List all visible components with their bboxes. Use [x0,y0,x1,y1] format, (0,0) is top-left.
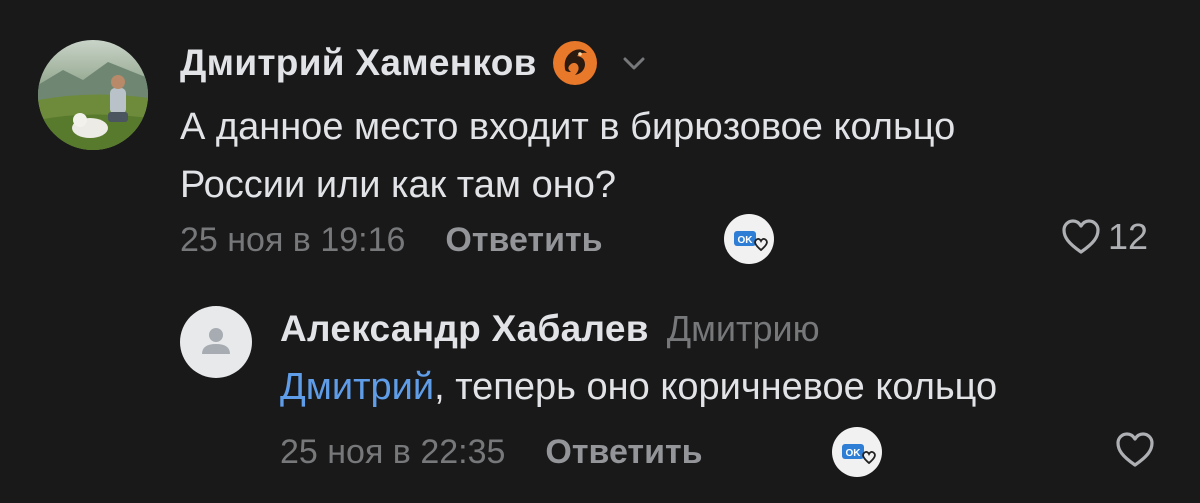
avatar-photo [38,40,148,150]
like-button[interactable] [1114,430,1156,470]
comment-date[interactable]: 25 ноя в 19:16 [180,221,405,260]
comment-text-line: России или как там оно? [180,164,616,206]
comment-text-rest: , теперь оно коричневое кольцо [434,366,998,408]
comment-author[interactable]: Александр Хабалев [280,308,649,350]
comment-text-line: А данное место входит в бирюзовое кольцо [180,106,956,148]
dragon-badge-icon [551,39,599,87]
chevron-down-icon[interactable] [621,50,647,76]
reply-button[interactable]: Ответить [445,221,602,260]
ok-heart-icon: OK [842,444,876,465]
heart-icon [1062,219,1100,254]
comment-text: А данное место входит в бирюзовое кольцо… [180,98,955,214]
ok-heart-icon: OK [734,231,768,252]
mention-link[interactable]: Дмитрий [280,366,434,408]
comment-date[interactable]: 25 ноя в 22:35 [280,433,505,472]
avatar-placeholder[interactable] [180,306,252,378]
ok-reaction-button[interactable]: OK [724,214,774,264]
reply-button[interactable]: Ответить [545,433,702,472]
ok-reaction-button[interactable]: OK [832,427,882,477]
reply-addressee[interactable]: Дмитрию [667,308,820,350]
comment-text: Дмитрий, теперь оно коричневое кольцо [280,358,997,416]
ok-badge-text: OK [846,448,862,459]
user-icon [202,328,230,354]
ok-badge-text: OK [738,235,754,246]
like-button[interactable]: 12 [1060,216,1148,258]
heart-icon [1116,432,1154,467]
avatar[interactable] [38,40,148,150]
comment-author[interactable]: Дмитрий Хаменков [180,42,537,84]
like-count: 12 [1108,216,1149,257]
